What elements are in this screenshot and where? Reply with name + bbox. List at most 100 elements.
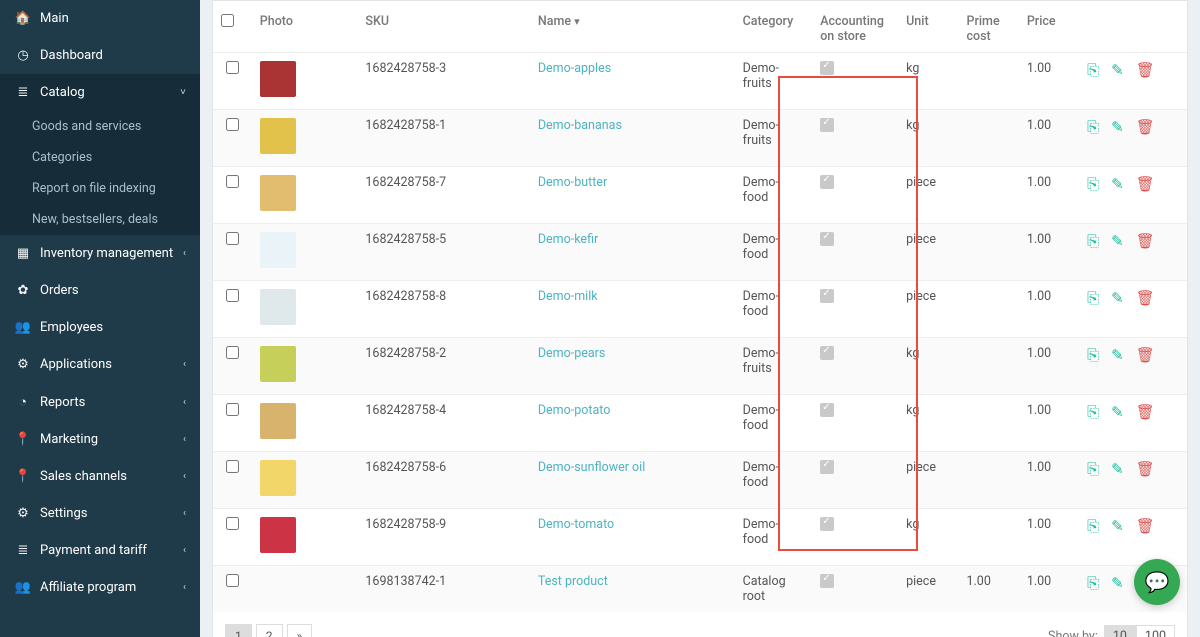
row-checkbox[interactable] [226, 460, 239, 473]
edit-icon[interactable]: ✎ [1111, 175, 1124, 193]
product-name-link[interactable]: Demo-potato [538, 403, 611, 418]
copy-icon[interactable]: ⎘ [1087, 232, 1099, 250]
copy-icon[interactable]: ⎘ [1087, 289, 1099, 307]
col-prime[interactable]: Prime cost [958, 1, 1018, 53]
trash-icon[interactable]: 🗑 [1136, 232, 1155, 250]
product-name-link[interactable]: Demo-sunflower oil [538, 460, 645, 475]
accounting-checkbox[interactable] [820, 61, 834, 75]
product-thumb[interactable] [260, 346, 296, 382]
sidebar-item-affiliate-program[interactable]: 👥Affiliate program‹ [0, 569, 200, 606]
edit-icon[interactable]: ✎ [1111, 517, 1124, 535]
trash-icon[interactable]: 🗑 [1136, 118, 1155, 136]
sidebar-item-reports[interactable]: ◔Reports‹ [0, 383, 200, 421]
sidebar-item-employees[interactable]: 👥Employees [0, 309, 200, 346]
edit-icon[interactable]: ✎ [1111, 574, 1124, 592]
chat-fab[interactable]: 💬 [1134, 559, 1180, 605]
copy-icon[interactable]: ⎘ [1087, 517, 1099, 535]
product-name-link[interactable]: Demo-pears [538, 346, 606, 361]
product-name-link[interactable]: Demo-milk [538, 289, 598, 304]
col-accounting[interactable]: Accounting on store [812, 1, 898, 53]
row-checkbox[interactable] [226, 232, 239, 245]
sidebar-item-orders[interactable]: ✿Orders [0, 272, 200, 309]
sidebar-item-dashboard[interactable]: ◷Dashboard [0, 37, 200, 74]
trash-icon[interactable]: 🗑 [1136, 61, 1155, 79]
accounting-checkbox[interactable] [820, 574, 834, 588]
pager-page[interactable]: 1 [225, 624, 252, 637]
edit-icon[interactable]: ✎ [1111, 289, 1124, 307]
product-thumb[interactable] [260, 232, 296, 268]
row-checkbox[interactable] [226, 175, 239, 188]
edit-icon[interactable]: ✎ [1111, 460, 1124, 478]
edit-icon[interactable]: ✎ [1111, 346, 1124, 364]
pager-page[interactable]: » [287, 624, 313, 637]
sidebar-item-payment-and-tariff[interactable]: ≣Payment and tariff‹ [0, 532, 200, 569]
copy-icon[interactable]: ⎘ [1087, 61, 1099, 79]
trash-icon[interactable]: 🗑 [1136, 289, 1155, 307]
pager-page[interactable]: 2 [256, 624, 283, 637]
sidebar-item-applications[interactable]: ⚙Applications‹ [0, 346, 200, 383]
trash-icon[interactable]: 🗑 [1136, 460, 1155, 478]
showby-option[interactable]: 10 [1104, 625, 1136, 637]
sidebar-subitem-categories[interactable]: Categories [0, 142, 200, 173]
sidebar-item-sales-channels[interactable]: 📍Sales channels‹ [0, 458, 200, 495]
accounting-checkbox[interactable] [820, 346, 834, 360]
product-thumb[interactable] [260, 61, 296, 97]
trash-icon[interactable]: 🗑 [1136, 346, 1155, 364]
sidebar-item-inventory-management[interactable]: ▦Inventory management‹ [0, 235, 200, 272]
row-checkbox[interactable] [226, 289, 239, 302]
copy-icon[interactable]: ⎘ [1087, 574, 1099, 592]
sidebar-item-settings[interactable]: ⚙Settings‹ [0, 495, 200, 532]
product-thumb[interactable] [260, 460, 296, 496]
accounting-checkbox[interactable] [820, 517, 834, 531]
product-thumb[interactable] [260, 517, 296, 553]
copy-icon[interactable]: ⎘ [1087, 346, 1099, 364]
sidebar-subitem-report-on-file-indexing[interactable]: Report on file indexing [0, 173, 200, 204]
accounting-checkbox[interactable] [820, 232, 834, 246]
col-price[interactable]: Price [1019, 1, 1079, 53]
product-thumb[interactable] [260, 289, 296, 325]
col-category[interactable]: Category [735, 1, 813, 53]
accounting-checkbox[interactable] [820, 403, 834, 417]
copy-icon[interactable]: ⎘ [1087, 118, 1099, 136]
sidebar-subitem-new-bestsellers-deals[interactable]: New, bestsellers, deals [0, 204, 200, 235]
accounting-checkbox[interactable] [820, 289, 834, 303]
product-name-link[interactable]: Test product [538, 574, 608, 589]
accounting-checkbox[interactable] [820, 460, 834, 474]
col-name[interactable]: Name ▾ [530, 1, 735, 53]
copy-icon[interactable]: ⎘ [1087, 403, 1099, 421]
product-name-link[interactable]: Demo-bananas [538, 118, 622, 133]
edit-icon[interactable]: ✎ [1111, 232, 1124, 250]
product-thumb[interactable] [260, 118, 296, 154]
row-checkbox[interactable] [226, 403, 239, 416]
edit-icon[interactable]: ✎ [1111, 118, 1124, 136]
select-all-checkbox[interactable] [221, 14, 234, 27]
edit-icon[interactable]: ✎ [1111, 61, 1124, 79]
sidebar-subitem-goods-and-services[interactable]: Goods and services [0, 111, 200, 142]
product-name-link[interactable]: Demo-butter [538, 175, 607, 190]
sidebar-item-marketing[interactable]: 📍Marketing‹ [0, 421, 200, 458]
accounting-checkbox[interactable] [820, 175, 834, 189]
trash-icon[interactable]: 🗑 [1136, 517, 1155, 535]
row-checkbox[interactable] [226, 346, 239, 359]
row-checkbox[interactable] [226, 574, 239, 587]
sidebar-item-catalog[interactable]: ≣Catalog˅ [0, 74, 200, 111]
accounting-checkbox[interactable] [820, 118, 834, 132]
trash-icon[interactable]: 🗑 [1136, 403, 1155, 421]
edit-icon[interactable]: ✎ [1111, 403, 1124, 421]
row-checkbox[interactable] [226, 517, 239, 530]
row-checkbox[interactable] [226, 118, 239, 131]
col-sku[interactable]: SKU [357, 1, 529, 53]
trash-icon[interactable]: 🗑 [1136, 175, 1155, 193]
product-name-link[interactable]: Demo-kefir [538, 232, 598, 247]
product-name-link[interactable]: Demo-apples [538, 61, 611, 76]
col-photo[interactable]: Photo [252, 1, 358, 53]
row-checkbox[interactable] [226, 61, 239, 74]
sidebar-item-main[interactable]: 🏠Main [0, 0, 200, 37]
product-name-link[interactable]: Demo-tomato [538, 517, 614, 532]
col-unit[interactable]: Unit [898, 1, 958, 53]
copy-icon[interactable]: ⎘ [1087, 460, 1099, 478]
copy-icon[interactable]: ⎘ [1087, 175, 1099, 193]
product-thumb[interactable] [260, 175, 296, 211]
product-thumb[interactable] [260, 403, 296, 439]
showby-option[interactable]: 100 [1136, 625, 1175, 637]
